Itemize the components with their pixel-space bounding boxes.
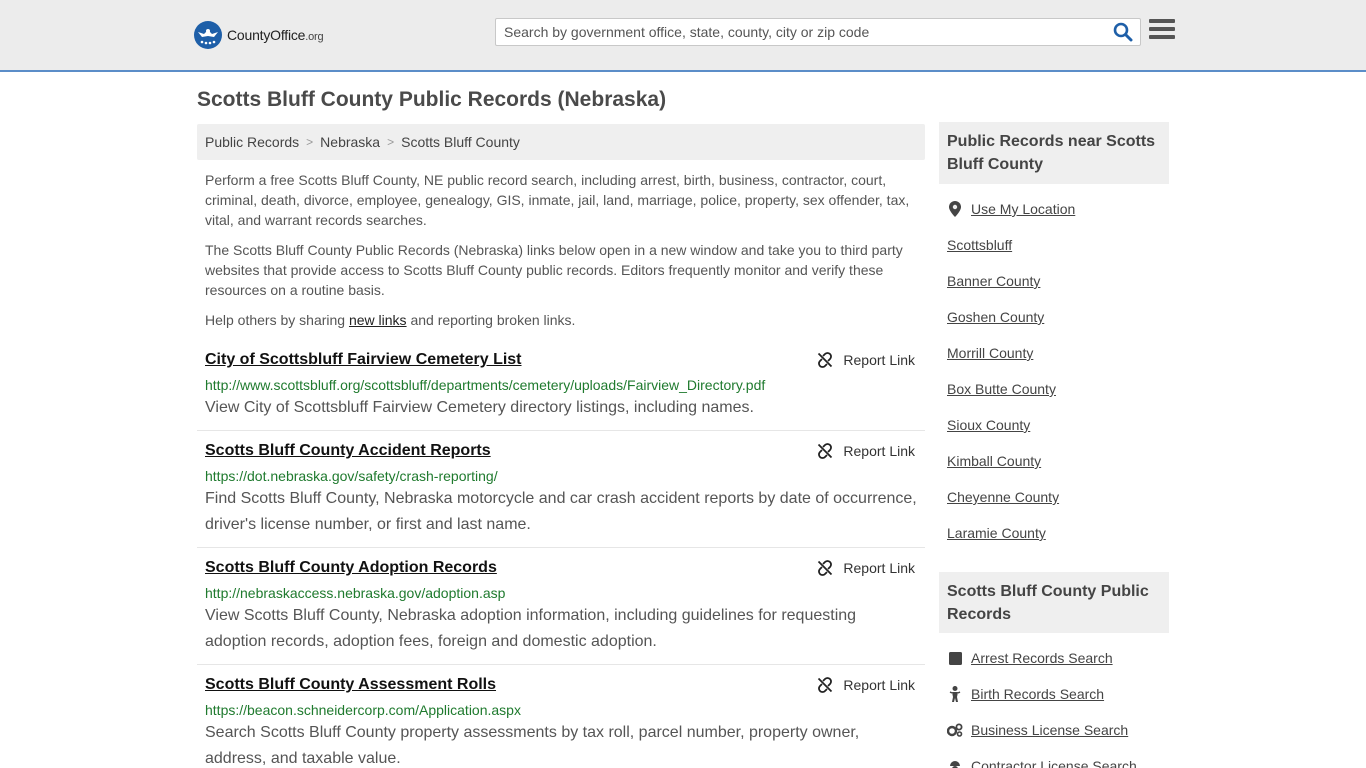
logo-eagle-icon xyxy=(194,21,222,49)
record-description: View City of Scottsbluff Fairview Cemete… xyxy=(205,399,754,416)
disclaimer-paragraph: The Scotts Bluff County Public Records (… xyxy=(205,242,903,298)
intro-paragraph: Perform a free Scotts Bluff County, NE p… xyxy=(205,172,910,228)
birth-records-link[interactable]: Birth Records Search xyxy=(947,686,1104,702)
report-link-button[interactable]: Report Link xyxy=(817,560,915,576)
record-title-link[interactable]: Scotts Bluff County Accident Reports xyxy=(205,442,491,460)
near-link-box-butte-county[interactable]: Box Butte County xyxy=(947,381,1056,397)
sidebar-near-heading: Public Records near Scotts Bluff County xyxy=(939,122,1169,184)
breadcrumb-public-records[interactable]: Public Records xyxy=(205,134,299,150)
near-link-sioux-county[interactable]: Sioux County xyxy=(947,417,1030,433)
use-my-location-link[interactable]: Use My Location xyxy=(947,201,1075,217)
record-description: View Scotts Bluff County, Nebraska adopt… xyxy=(205,607,857,650)
record-url: https://dot.nebraska.gov/safety/crash-re… xyxy=(205,468,498,484)
breadcrumb-nebraska[interactable]: Nebraska xyxy=(320,134,380,150)
record-title-link[interactable]: Scotts Bluff County Assessment Rolls xyxy=(205,676,496,694)
square-icon xyxy=(947,650,963,666)
search-icon xyxy=(1113,22,1133,42)
near-link-laramie-county[interactable]: Laramie County xyxy=(947,525,1046,541)
search-button[interactable] xyxy=(1112,22,1134,44)
logo-text: CountyOffice.org xyxy=(227,27,324,43)
breadcrumb-separator: > xyxy=(387,135,395,149)
sidebar-records-heading: Scotts Bluff County Public Records xyxy=(939,572,1169,633)
near-link-goshen-county[interactable]: Goshen County xyxy=(947,309,1044,325)
baby-icon xyxy=(947,686,963,702)
record-item: Scotts Bluff County Accident Reports Rep… xyxy=(197,431,925,548)
record-item: Scotts Bluff County Adoption Records Rep… xyxy=(197,548,925,665)
near-link-banner-county[interactable]: Banner County xyxy=(947,273,1040,289)
near-link-cheyenne-county[interactable]: Cheyenne County xyxy=(947,489,1059,505)
record-description: Search Scotts Bluff County property asse… xyxy=(205,724,860,767)
contractor-license-link[interactable]: Contractor License Search xyxy=(947,758,1137,768)
report-link-button[interactable]: Report Link xyxy=(817,677,915,693)
record-url: http://www.scottsbluff.org/scottsbluff/d… xyxy=(205,377,766,393)
record-url: https://beacon.schneidercorp.com/Applica… xyxy=(205,702,521,718)
record-url: http://nebraskaccess.nebraska.gov/adopti… xyxy=(205,585,506,601)
near-link-morrill-county[interactable]: Morrill County xyxy=(947,345,1033,361)
hamburger-menu-icon[interactable] xyxy=(1149,19,1175,43)
new-links-link[interactable]: new links xyxy=(349,312,407,328)
business-license-link[interactable]: Business License Search xyxy=(947,722,1128,738)
arrest-records-link[interactable]: Arrest Records Search xyxy=(947,650,1113,666)
record-description: Find Scotts Bluff County, Nebraska motor… xyxy=(205,490,917,533)
map-marker-icon xyxy=(947,201,963,217)
record-item: City of Scottsbluff Fairview Cemetery Li… xyxy=(197,346,925,431)
breadcrumb-county[interactable]: Scotts Bluff County xyxy=(401,134,520,150)
report-link-button[interactable]: Report Link xyxy=(817,352,915,368)
near-link-scottsbluff[interactable]: Scottsbluff xyxy=(947,237,1012,253)
search-box xyxy=(495,18,1141,46)
gears-icon xyxy=(947,722,963,738)
broken-link-icon xyxy=(818,352,833,368)
breadcrumb-separator: > xyxy=(306,135,314,149)
page-title: Scotts Bluff County Public Records (Nebr… xyxy=(197,88,667,111)
site-logo[interactable]: CountyOffice.org xyxy=(194,20,324,50)
broken-link-icon xyxy=(818,560,833,576)
broken-link-icon xyxy=(818,443,833,459)
top-bar: CountyOffice.org xyxy=(0,0,1366,72)
record-title-link[interactable]: City of Scottsbluff Fairview Cemetery Li… xyxy=(205,351,522,369)
contractor-icon xyxy=(947,758,963,768)
search-input[interactable] xyxy=(496,19,1106,45)
breadcrumb: Public Records > Nebraska > Scotts Bluff… xyxy=(197,124,925,160)
record-item: Scotts Bluff County Assessment Rolls Rep… xyxy=(197,665,925,768)
report-link-button[interactable]: Report Link xyxy=(817,443,915,459)
broken-link-icon xyxy=(818,677,833,693)
near-link-kimball-county[interactable]: Kimball County xyxy=(947,453,1041,469)
share-paragraph: Help others by sharing new links and rep… xyxy=(205,312,576,328)
record-title-link[interactable]: Scotts Bluff County Adoption Records xyxy=(205,559,497,577)
